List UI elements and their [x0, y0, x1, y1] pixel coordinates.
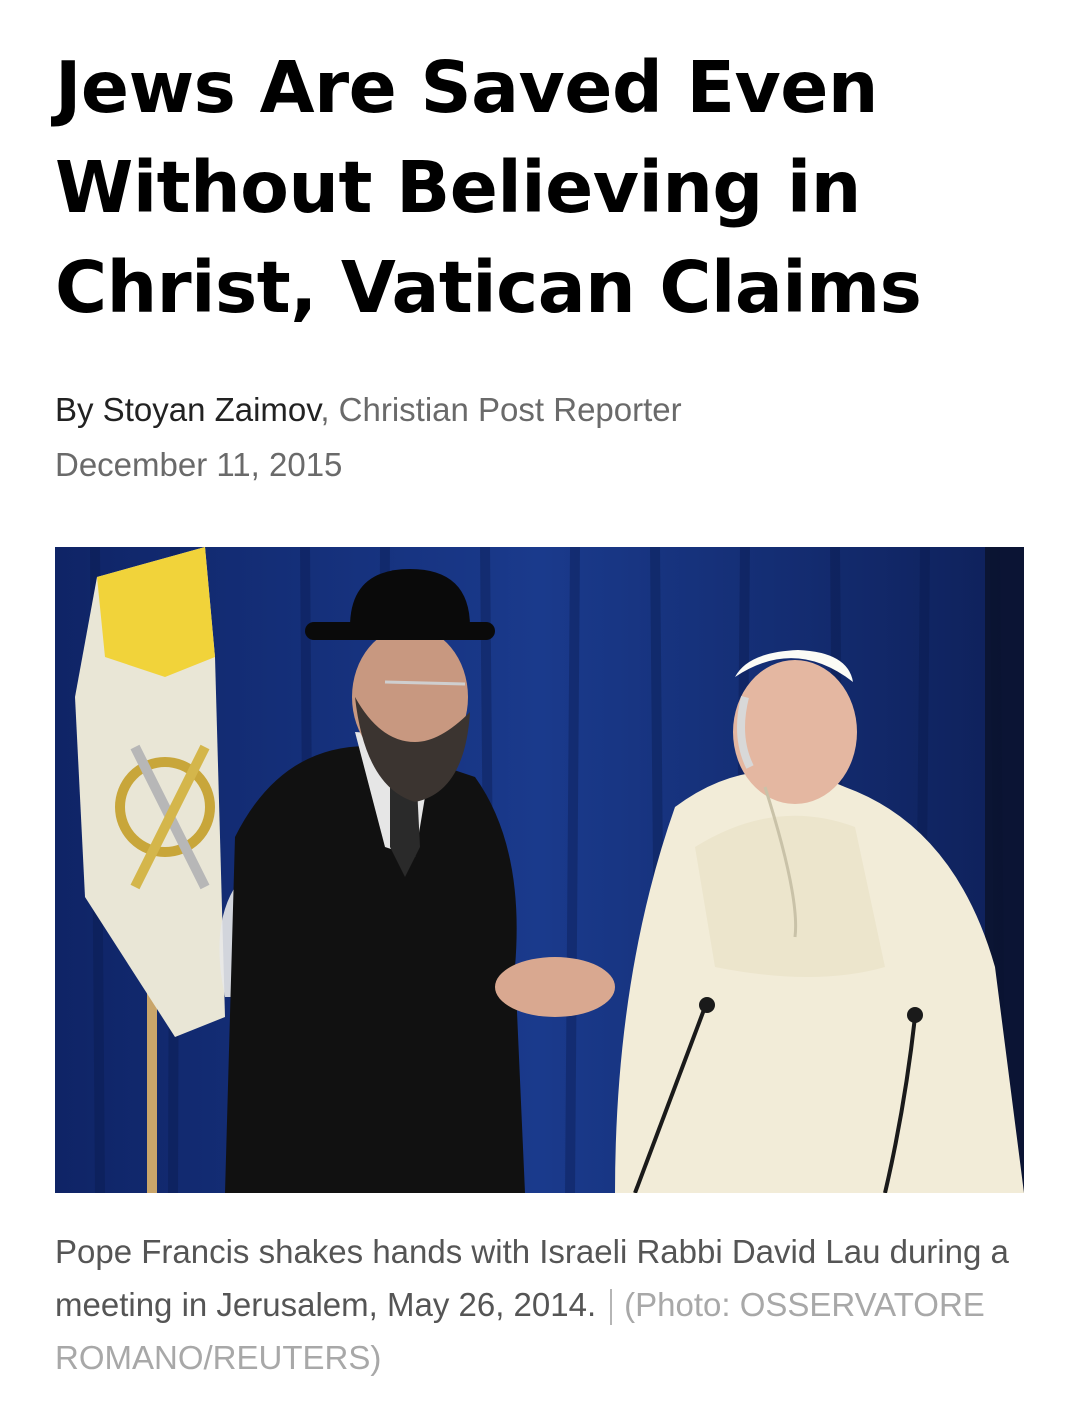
- article-photo[interactable]: [55, 547, 1024, 1193]
- publish-date: December 11, 2015: [55, 446, 343, 483]
- article-headline: Jews Are Saved Even Without Believing in…: [55, 46, 922, 329]
- photo-illustration: [55, 547, 1024, 1193]
- author-name[interactable]: By Stoyan Zaimov: [55, 391, 320, 428]
- byline: By Stoyan Zaimov, Christian Post Reporte…: [55, 388, 682, 432]
- handshake: [495, 957, 615, 1017]
- author-role: , Christian Post Reporter: [320, 391, 682, 428]
- caption-divider: [610, 1289, 613, 1326]
- photo-caption: Pope Francis shakes hands with Israeli R…: [55, 1225, 1015, 1384]
